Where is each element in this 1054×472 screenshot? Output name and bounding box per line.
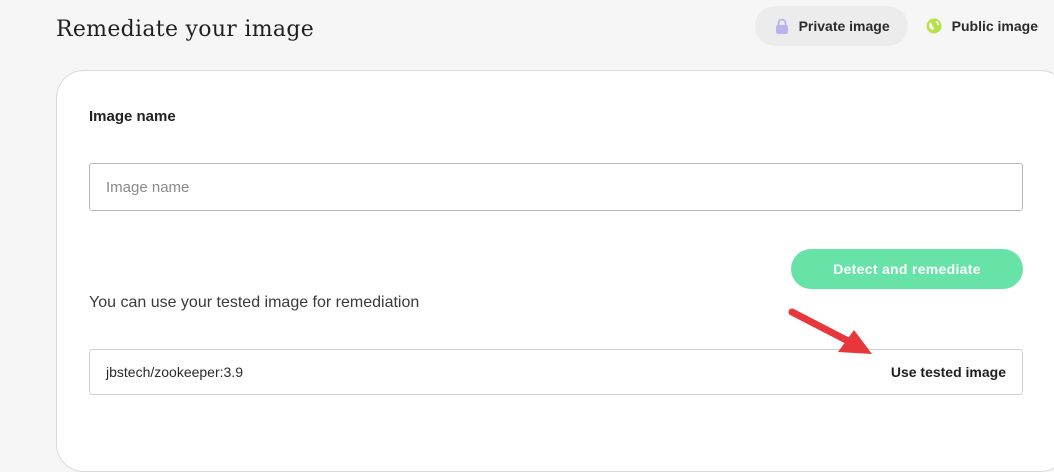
visibility-toggle: Private image Public image	[754, 6, 1054, 46]
public-image-option[interactable]: Public image	[908, 6, 1054, 46]
globe-icon	[926, 18, 942, 34]
tested-image-row: jbstech/zookeeper:3.9 Use tested image	[89, 349, 1023, 395]
private-image-option[interactable]: Private image	[754, 6, 908, 46]
public-image-label: Public image	[951, 18, 1038, 34]
image-name-input[interactable]	[89, 163, 1023, 211]
use-tested-image-button[interactable]: Use tested image	[891, 363, 1006, 381]
private-image-label: Private image	[798, 18, 890, 34]
page-title: Remediate your image	[56, 17, 315, 42]
tested-image-hint: You can use your tested image for remedi…	[89, 294, 420, 311]
lock-icon	[775, 18, 789, 34]
tested-image-value: jbstech/zookeeper:3.9	[106, 364, 243, 380]
image-name-label: Image name	[89, 108, 176, 125]
detect-and-remediate-button[interactable]: Detect and remediate	[791, 249, 1023, 289]
